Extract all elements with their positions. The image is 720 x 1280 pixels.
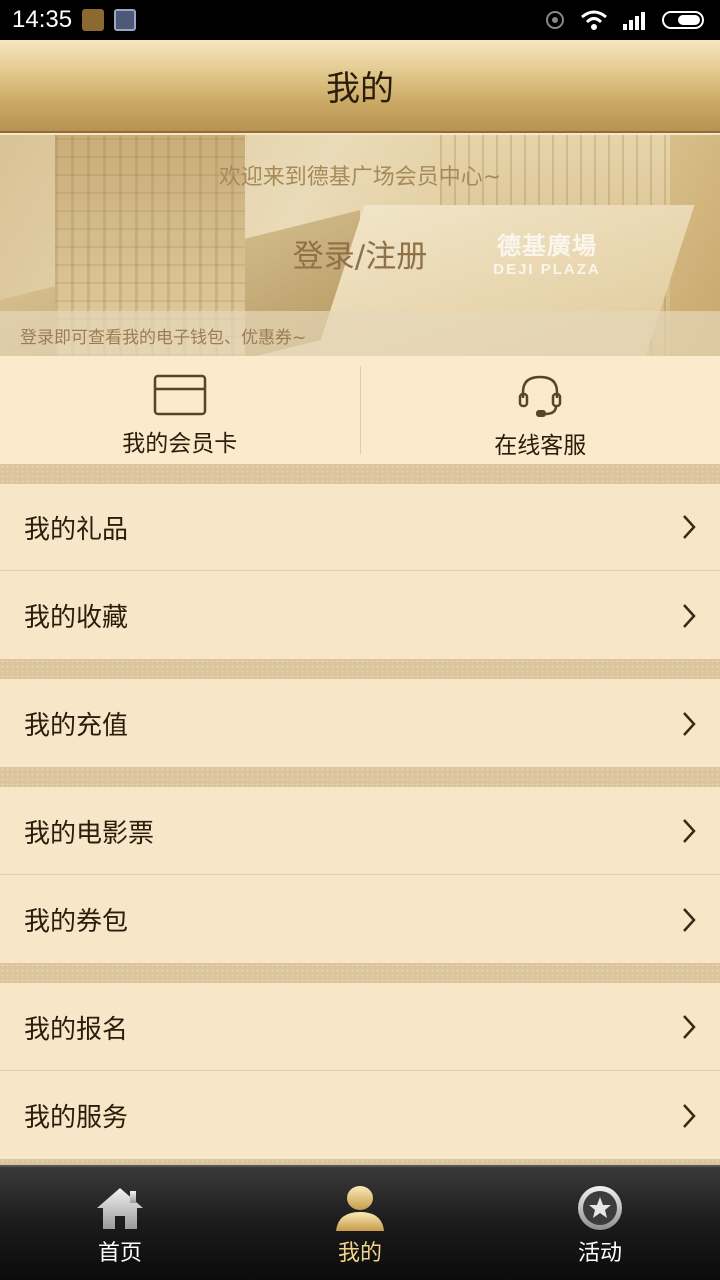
menu-item-movie-tickets[interactable]: 我的电影票 xyxy=(0,788,720,875)
menu-item-coupons[interactable]: 我的券包 xyxy=(0,876,720,963)
login-hint-text: 登录即可查看我的电子钱包、优惠券~ xyxy=(0,311,720,356)
chevron-right-icon xyxy=(683,907,696,932)
menu-label: 我的收藏 xyxy=(24,603,129,633)
login-register-link[interactable]: 登录/注册 xyxy=(0,231,720,276)
menu-label: 我的报名 xyxy=(24,1014,129,1045)
card-icon xyxy=(153,374,206,416)
section-separator xyxy=(0,464,720,484)
chevron-right-icon xyxy=(683,1015,696,1039)
chevron-right-icon xyxy=(683,1103,696,1128)
app-notification-icon xyxy=(82,9,105,31)
page-title: 我的 xyxy=(326,69,394,109)
menu-label: 我的礼品 xyxy=(24,514,129,545)
hotspot-icon xyxy=(546,11,564,29)
wifi-icon xyxy=(581,10,607,30)
section-separator xyxy=(0,963,720,983)
menu-item-recharge[interactable]: 我的充值 xyxy=(0,680,720,767)
menu-item-registration[interactable]: 我的报名 xyxy=(0,984,720,1071)
star-icon xyxy=(578,1186,622,1230)
nav-home-label: 首页 xyxy=(97,1241,142,1266)
deji-plaza-logo: 德基廣場 DEJI PLAZA xyxy=(492,226,602,278)
battery-icon xyxy=(662,11,704,29)
menu-item-gifts[interactable]: 我的礼品 xyxy=(0,484,720,571)
logo-cn: 德基廣場 xyxy=(497,233,597,260)
page-header: 我的 xyxy=(0,40,720,133)
signal-icon xyxy=(623,12,645,30)
chevron-right-icon xyxy=(683,711,696,736)
section-separator xyxy=(0,659,720,679)
menu-label: 我的服务 xyxy=(24,1103,129,1133)
chevron-right-icon xyxy=(683,819,696,843)
status-bar: 14:35 xyxy=(0,0,720,40)
bottom-navigation: 首页 我的 活动 xyxy=(0,1165,720,1280)
menu-item-favorites[interactable]: 我的收藏 xyxy=(0,572,720,659)
headset-icon xyxy=(519,375,562,417)
member-banner: 欢迎来到德基广场会员中心~ 登录/注册 登录即可查看我的电子钱包、优惠券~ xyxy=(0,135,720,356)
member-card-button[interactable]: 我的会员卡 xyxy=(0,356,360,464)
nav-home[interactable]: 首页 xyxy=(0,1167,240,1280)
menu-label: 我的电影票 xyxy=(24,818,155,849)
status-time: 14:35 xyxy=(12,6,73,33)
nav-mine[interactable]: 我的 xyxy=(240,1167,480,1280)
menu-label: 我的券包 xyxy=(24,907,129,937)
menu-item-services[interactable]: 我的服务 xyxy=(0,1072,720,1159)
quick-actions: 我的会员卡 在线客服 xyxy=(0,356,720,464)
nav-activities[interactable]: 活动 xyxy=(480,1167,720,1280)
home-icon xyxy=(97,1188,143,1229)
user-icon xyxy=(336,1186,384,1231)
nav-activities-label: 活动 xyxy=(577,1241,622,1266)
chevron-right-icon xyxy=(683,603,696,628)
app-notification-icon-2 xyxy=(114,9,137,31)
section-separator xyxy=(0,767,720,787)
menu-label: 我的充值 xyxy=(24,711,129,741)
nav-mine-label: 我的 xyxy=(337,1241,382,1266)
chevron-right-icon xyxy=(683,515,696,539)
logo-en: DEJI PLAZA xyxy=(493,261,601,278)
welcome-text: 欢迎来到德基广场会员中心~ xyxy=(218,165,502,190)
member-card-label: 我的会员卡 xyxy=(122,431,238,457)
online-service-label: 在线客服 xyxy=(494,433,587,459)
online-service-button[interactable]: 在线客服 xyxy=(361,356,720,464)
